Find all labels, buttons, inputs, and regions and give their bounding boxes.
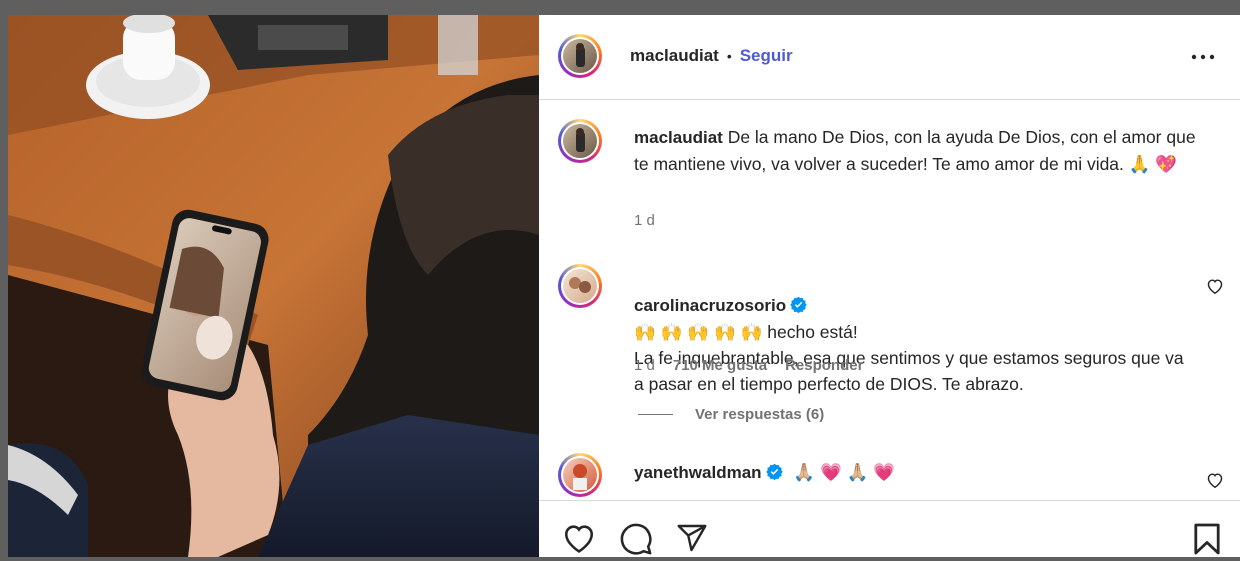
bookmark-icon[interactable] (1193, 522, 1221, 561)
comment-username[interactable]: carolinacruzosorio (634, 296, 786, 315)
share-icon[interactable] (675, 522, 709, 559)
comment-like-heart-icon[interactable] (1206, 278, 1224, 299)
avatar-image (569, 277, 591, 293)
comment-avatar[interactable] (558, 453, 602, 497)
comment-time[interactable]: 1 d (634, 357, 655, 374)
comment-text: 🙏🏼 💗 🙏🏼 💗 (793, 462, 896, 482)
post-panel: maclaudiat • Seguir maclaudiat De la man… (539, 15, 1240, 557)
caption-username[interactable]: maclaudiat (634, 128, 723, 147)
avatar-image (576, 43, 585, 67)
comment-clip: yanethwaldman 🙏🏼 💗 🙏🏼 💗 (539, 447, 1240, 500)
comment-avatar[interactable] (558, 264, 602, 308)
view-replies-button[interactable]: Ver respuestas (6) (638, 406, 824, 423)
avatar-image (576, 128, 585, 152)
author-avatar[interactable] (558, 34, 602, 78)
caption-avatar[interactable] (558, 119, 602, 163)
replies-line (638, 414, 673, 415)
avatar-image (573, 464, 587, 490)
follow-button[interactable]: Seguir (740, 46, 793, 66)
caption-time[interactable]: 1 d (634, 212, 655, 229)
author-username[interactable]: maclaudiat (630, 46, 719, 66)
heart-icon[interactable] (562, 522, 596, 559)
comment-likes[interactable]: 710 Me gusta (673, 357, 767, 374)
reply-button[interactable]: Responder (785, 357, 863, 374)
comment-like-heart-icon[interactable] (1206, 472, 1224, 493)
view-replies-label: Ver respuestas (6) (695, 406, 825, 423)
verified-badge-icon (790, 294, 807, 314)
header-divider (539, 99, 1240, 100)
separator-dot: • (726, 48, 732, 64)
caption-block: maclaudiat De la mano De Dios, con la ay… (634, 124, 1214, 177)
post-image (8, 15, 539, 557)
comment-meta: 1 d 710 Me gusta Responder (634, 357, 863, 374)
verified-badge-icon (765, 461, 783, 481)
more-horizontal-icon[interactable] (1191, 47, 1215, 72)
comment-icon[interactable] (619, 522, 653, 561)
post-photo[interactable] (8, 15, 539, 557)
actions-divider (539, 500, 1240, 501)
comment-block: carolinacruzosorio 🙌 🙌 🙌 🙌 🙌 hecho está!… (634, 266, 1194, 397)
comment-username[interactable]: yanethwaldman (634, 463, 762, 482)
comment-block: yanethwaldman 🙏🏼 💗 🙏🏼 💗 (634, 459, 1194, 486)
